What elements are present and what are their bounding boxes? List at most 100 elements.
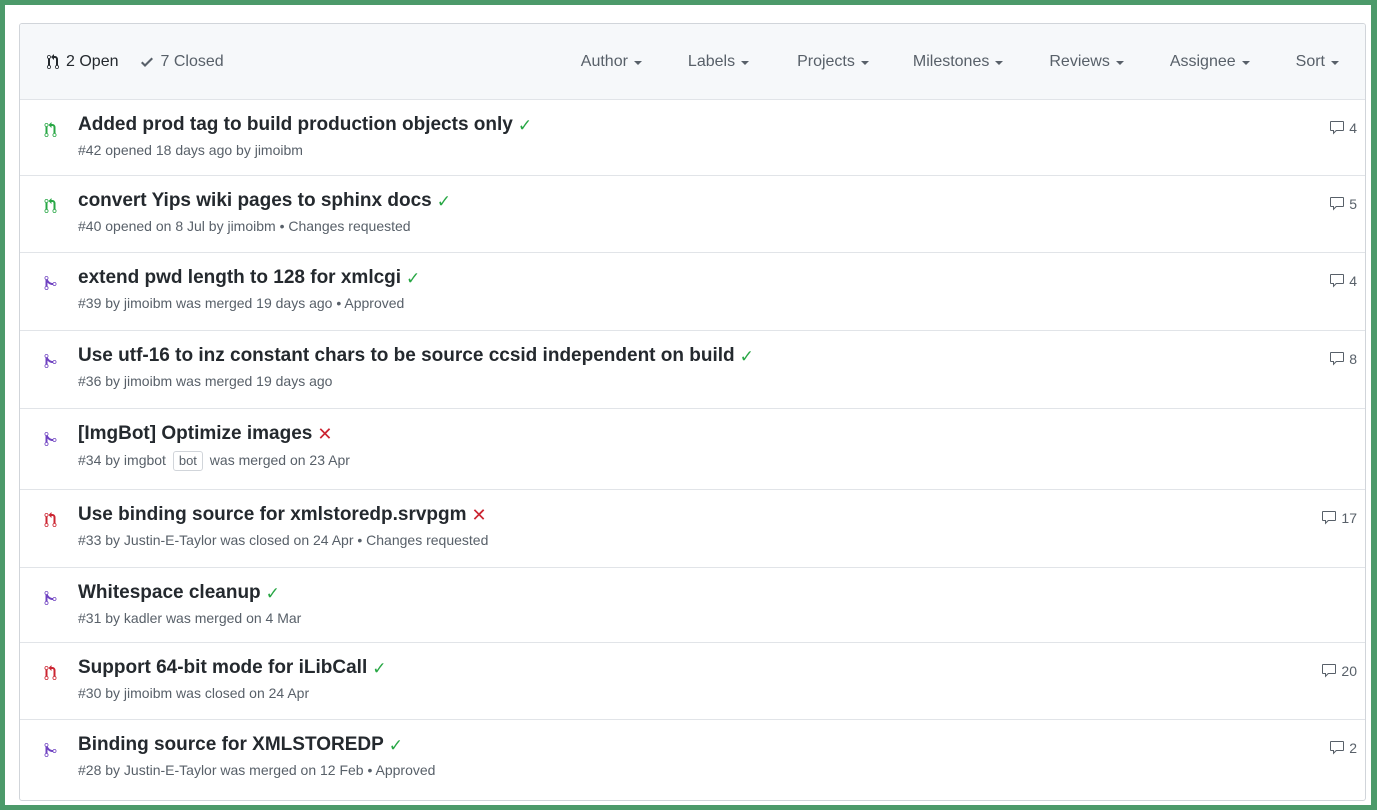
assignee-filter-dropdown[interactable]: Assignee	[1170, 53, 1250, 71]
comment-count: 5	[1349, 196, 1357, 212]
pull-request-row: Whitespace cleanup ✓ #31 by kadler was mer…	[20, 568, 1365, 643]
pr-meta: #40 opened on 8 Jul by jimoibm • Changes…	[78, 218, 1245, 234]
pr-meta: #39 by jimoibm was merged 19 days ago • …	[78, 295, 1245, 311]
pull-request-row: extend pwd length to 128 for xmlcgi ✓ #39 …	[20, 253, 1365, 331]
comment-count-link[interactable]: 5	[1329, 196, 1357, 212]
comment-count-link[interactable]: 4	[1329, 120, 1357, 136]
comment-icon	[1330, 741, 1345, 755]
comment-icon	[1330, 197, 1345, 211]
check-status-icon[interactable]: ✓	[389, 737, 403, 754]
filter-menus: Author Labels Projects Milestones Review…	[581, 53, 1339, 71]
check-status-icon[interactable]: ✓	[437, 193, 451, 210]
pr-title-line: Support 64-bit mode for iLibCall ✓	[78, 657, 1245, 679]
pull-request-closed-icon	[44, 512, 57, 527]
pr-title-link[interactable]: Support 64-bit mode for iLibCall	[78, 657, 367, 679]
pull-request-row: Use utf-16 to inz constant chars to be s…	[20, 331, 1365, 409]
pr-state-icon-wrap	[44, 590, 60, 606]
comment-count-link[interactable]: 4	[1329, 273, 1357, 289]
pr-title-link[interactable]: Use binding source for xmlstoredp.srvpgm	[78, 504, 467, 526]
pr-main: [ImgBot] Optimize images ✕ #34 by imgbot b…	[78, 423, 1245, 471]
git-merge-icon	[44, 742, 57, 757]
comment-count-link[interactable]: 8	[1329, 351, 1357, 367]
pr-main: Use binding source for xmlstoredp.srvpgm…	[78, 504, 1245, 548]
pr-title-link[interactable]: convert Yips wiki pages to sphinx docs	[78, 190, 432, 212]
sort-dropdown[interactable]: Sort	[1296, 53, 1339, 71]
pr-meta-suffix: was merged on 23 Apr	[205, 452, 350, 468]
pr-main: Binding source for XMLSTOREDP ✓ #28 by Jus…	[78, 734, 1245, 778]
comment-icon	[1322, 511, 1337, 525]
pull-request-row: Use binding source for xmlstoredp.srvpgm…	[20, 490, 1365, 568]
pr-title-line: Added prod tag to build production objec…	[78, 114, 1245, 136]
pr-state-icon-wrap	[44, 353, 60, 369]
state-toggles: 2 Open 7 Closed	[46, 53, 246, 71]
git-merge-icon	[44, 275, 57, 290]
comment-icon	[1330, 274, 1345, 288]
pull-request-row: convert Yips wiki pages to sphinx docs ✓ #…	[20, 176, 1365, 253]
pr-meta-text: #40 opened on 8 Jul by jimoibm • Changes…	[78, 218, 411, 234]
author-filter-dropdown[interactable]: Author	[581, 53, 642, 71]
check-icon	[141, 57, 154, 67]
pr-meta: #30 by jimoibm was closed on 24 Apr	[78, 685, 1245, 701]
pr-title-line: [ImgBot] Optimize images ✕	[78, 423, 1245, 445]
check-status-icon[interactable]: ✓	[406, 270, 420, 287]
x-status-icon[interactable]: ✕	[472, 506, 487, 524]
reviews-filter-label: Reviews	[1049, 52, 1110, 70]
pr-title-link[interactable]: Added prod tag to build production objec…	[78, 114, 513, 136]
assignee-filter-label: Assignee	[1169, 52, 1236, 70]
caret-down-icon	[1331, 60, 1339, 65]
comment-count-link[interactable]: 17	[1321, 510, 1357, 526]
pull-request-row: Support 64-bit mode for iLibCall ✓ #30 by …	[20, 643, 1365, 720]
pr-title-link[interactable]: extend pwd length to 128 for xmlcgi	[78, 267, 401, 289]
pr-title-line: Whitespace cleanup ✓	[78, 582, 1245, 604]
closed-filter-button[interactable]: 7 Closed	[140, 52, 224, 71]
caret-down-icon	[860, 60, 869, 65]
pr-title-link[interactable]: Whitespace cleanup	[78, 582, 261, 604]
pr-meta: #42 opened 18 days ago by jimoibm	[78, 142, 1245, 158]
comment-count: 20	[1341, 663, 1357, 679]
check-status-icon[interactable]: ✓	[266, 585, 280, 602]
caret-down-icon	[1241, 60, 1250, 65]
pr-title-link[interactable]: Binding source for XMLSTOREDP	[78, 734, 384, 756]
comment-count: 2	[1349, 740, 1357, 756]
pr-main: Use utf-16 to inz constant chars to be s…	[78, 345, 1245, 389]
projects-filter-dropdown[interactable]: Projects	[797, 53, 869, 71]
x-status-icon[interactable]: ✕	[317, 425, 332, 443]
caret-down-icon	[741, 60, 750, 65]
bot-label: bot	[172, 451, 203, 471]
pr-title-line: Use binding source for xmlstoredp.srvpgm…	[78, 504, 1245, 526]
labels-filter-dropdown[interactable]: Labels	[688, 53, 750, 71]
pr-title-line: Use utf-16 to inz constant chars to be s…	[78, 345, 1245, 367]
pr-title-line: convert Yips wiki pages to sphinx docs ✓	[78, 190, 1245, 212]
milestones-filter-label: Milestones	[912, 52, 990, 70]
reviews-filter-dropdown[interactable]: Reviews	[1049, 52, 1124, 71]
pr-title-link[interactable]: [ImgBot] Optimize images	[78, 423, 312, 445]
comment-count-link[interactable]: 20	[1321, 663, 1357, 679]
git-merge-icon	[44, 353, 57, 368]
caret-down-icon	[1115, 60, 1124, 65]
check-status-icon[interactable]: ✓	[518, 117, 532, 134]
closed-count-label: 7 Closed	[160, 52, 224, 70]
pr-main: Whitespace cleanup ✓ #31 by kadler was mer…	[78, 582, 1245, 626]
pull-request-row: [ImgBot] Optimize images ✕ #34 by imgbot b…	[20, 409, 1365, 490]
open-filter-button[interactable]: 2 Open	[46, 53, 118, 71]
comment-count-link[interactable]: 2	[1329, 740, 1357, 756]
comment-icon	[1330, 352, 1345, 366]
comment-count: 4	[1349, 120, 1357, 136]
pr-meta-text: #33 by Justin-E-Taylor was closed on 24 …	[78, 532, 489, 548]
author-filter-label: Author	[580, 52, 628, 70]
comment-count: 8	[1349, 351, 1357, 367]
comment-count: 17	[1341, 510, 1357, 526]
pr-meta: #34 by imgbot bot was merged on 23 Apr	[78, 451, 1245, 471]
pull-request-row: Added prod tag to build production objec…	[20, 100, 1365, 176]
projects-filter-label: Projects	[797, 52, 855, 70]
pr-state-icon-wrap	[44, 122, 60, 138]
pr-meta-text: #30 by jimoibm was closed on 24 Apr	[78, 685, 310, 701]
pull-request-rows: Added prod tag to build production objec…	[20, 100, 1365, 796]
check-status-icon[interactable]: ✓	[740, 348, 754, 365]
check-status-icon[interactable]: ✓	[372, 660, 386, 677]
pr-title-line: extend pwd length to 128 for xmlcgi ✓	[78, 267, 1245, 289]
milestones-filter-dropdown[interactable]: Milestones	[912, 52, 1004, 71]
pr-title-link[interactable]: Use utf-16 to inz constant chars to be s…	[78, 345, 735, 367]
pr-state-icon-wrap	[44, 431, 60, 447]
git-merge-icon	[44, 431, 57, 446]
